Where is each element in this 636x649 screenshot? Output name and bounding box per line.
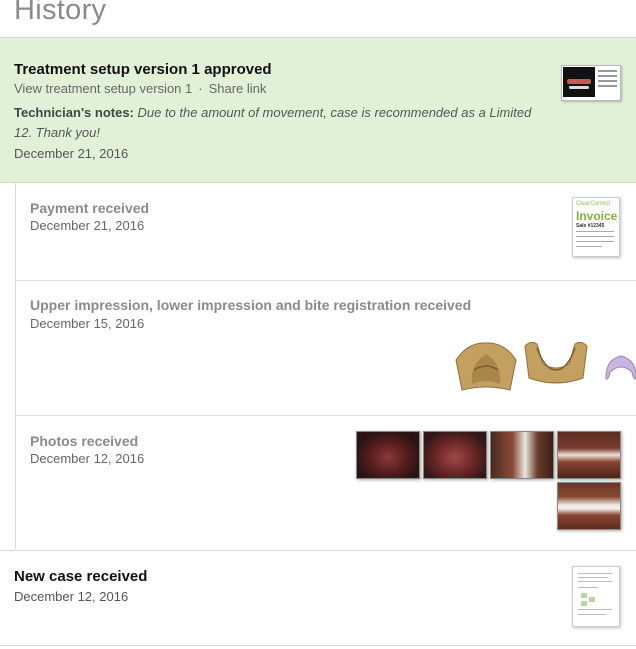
event-date: December 21, 2016	[14, 146, 129, 161]
share-link[interactable]: Share link	[209, 81, 267, 96]
event-links: View treatment setup version 1 · Share lin…	[14, 81, 266, 96]
intraoral-photo-right[interactable]	[490, 431, 554, 479]
intraoral-photo-left[interactable]	[557, 431, 621, 479]
history-item-new-case: New case received December 12, 2016	[0, 550, 636, 649]
invoice-brand: ClearCorrect	[576, 201, 611, 207]
intraoral-photo-upper[interactable]	[356, 431, 420, 479]
event-date: December 15, 2016	[30, 316, 145, 331]
bite-registration-icon[interactable]	[603, 352, 636, 382]
intraoral-photo-lower[interactable]	[423, 431, 487, 479]
view-treatment-setup-link[interactable]: View treatment setup version 1	[14, 81, 192, 96]
event-date: December 21, 2016	[30, 218, 145, 233]
lower-impression-icon[interactable]	[523, 338, 589, 386]
event-heading: Photos received	[30, 433, 139, 449]
divider	[0, 645, 636, 646]
page-title: History	[14, 0, 107, 26]
event-heading: Upper impression, lower impression and b…	[30, 297, 472, 313]
history-item-photos: Photos received December 12, 2016	[16, 416, 636, 549]
event-date: December 12, 2016	[30, 451, 145, 466]
intraoral-photo-front[interactable]	[557, 482, 621, 530]
link-separator: ·	[198, 81, 203, 96]
invoice-thumbnail[interactable]: ClearCorrect Invoice Sale #12345	[572, 197, 620, 257]
treatment-setup-thumbnail[interactable]	[561, 65, 621, 101]
history-item-impressions: Upper impression, lower impression and b…	[16, 281, 636, 416]
technician-notes: Technician's notes: Due to the amount of…	[14, 103, 534, 143]
prescription-document-thumbnail[interactable]	[572, 566, 620, 627]
event-heading: New case received	[14, 568, 148, 585]
event-heading: Payment received	[30, 200, 150, 216]
event-heading: Treatment setup version 1 approved	[14, 61, 272, 78]
history-item-setup-approved: Treatment setup version 1 approved View …	[0, 38, 636, 183]
notes-label: Technician's notes:	[14, 105, 134, 120]
invoice-title: Invoice	[576, 209, 618, 223]
event-date: December 12, 2016	[14, 589, 129, 604]
invoice-sale: Sale #12345	[576, 223, 605, 229]
upper-impression-icon[interactable]	[454, 340, 518, 392]
history-item-payment: Payment received December 21, 2016 Clear…	[16, 183, 636, 281]
